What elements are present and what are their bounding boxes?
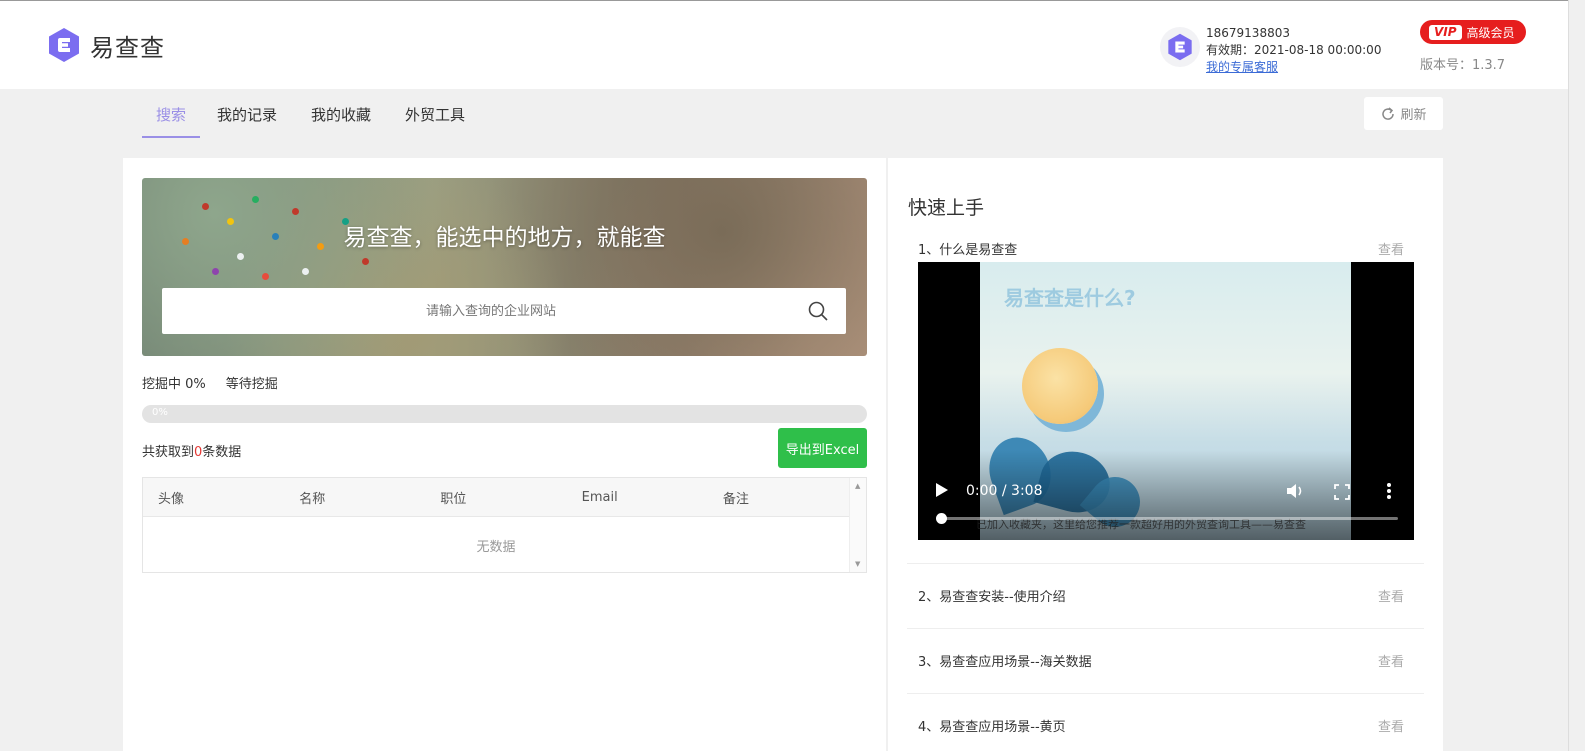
tab-search[interactable]: 搜索 <box>142 96 201 138</box>
intro-video[interactable]: 易查查是什么? 已加入收藏夹，这里给您推荐一款超好用的外贸查询工具——易查查 0… <box>918 262 1414 540</box>
service-link[interactable]: 我的专属客服 <box>1206 59 1381 76</box>
search-box[interactable] <box>162 288 846 334</box>
count-suffix: 条数据 <box>202 445 242 460</box>
table-scrollbar[interactable]: ▲ ▼ <box>849 478 866 572</box>
progress-label: 0% <box>152 407 168 418</box>
result-count: 共获取到0条数据 <box>142 441 241 460</box>
column-email: Email <box>581 489 618 505</box>
video-seek-bar[interactable] <box>936 513 1398 524</box>
app-header: 易查查 18679138803 有效期：2021-08-18 00:00:00 … <box>0 0 1568 89</box>
fullscreen-icon[interactable] <box>1334 484 1350 500</box>
quick-start-title: 快速上手 <box>908 197 985 219</box>
user-expiry: 有效期：2021-08-18 00:00:00 <box>1206 43 1382 57</box>
search-icon[interactable] <box>790 300 846 322</box>
banner-title: 易查查，能选中的地方，就能查 <box>343 225 666 251</box>
search-panel: 易查查，能选中的地方，就能查 挖掘中 0% 等待挖掘 0% 共获取到0条数据 导… <box>123 158 886 751</box>
guide-item-2[interactable]: 2、易查查安装--使用介绍 查看 <box>907 564 1424 629</box>
vip-label: 高级会员 <box>1466 25 1515 40</box>
vip-badge[interactable]: VIP 高级会员 <box>1420 20 1526 44</box>
tab-favorites[interactable]: 我的收藏 <box>294 96 388 138</box>
mining-status: 挖掘中 0% 等待挖掘 <box>142 373 278 392</box>
vip-tag: VIP <box>1429 24 1462 40</box>
refresh-button[interactable]: 刷新 <box>1364 97 1443 130</box>
empty-state: 无数据 <box>476 540 516 555</box>
results-table: 头像 名称 职位 Email 备注 无数据 ▲ ▼ <box>142 477 867 573</box>
app-name: 易查查 <box>90 33 165 62</box>
video-overlay-title: 易查查是什么? <box>1004 286 1136 310</box>
mining-progress-text: 挖掘中 0% <box>142 377 206 392</box>
scroll-down-icon[interactable]: ▼ <box>855 560 860 568</box>
column-avatar: 头像 <box>158 491 185 507</box>
tab-trade-tools[interactable]: 外贸工具 <box>388 96 482 138</box>
sun-illustration <box>1022 348 1098 424</box>
refresh-label: 刷新 <box>1400 108 1427 123</box>
guide-item-4[interactable]: 4、易查查应用场景--黄页 查看 <box>907 694 1424 751</box>
logo-icon <box>49 28 79 62</box>
guide-item-3[interactable]: 3、易查查应用场景--海关数据 查看 <box>907 629 1424 694</box>
guide-label: 3、易查查应用场景--海关数据 <box>918 655 1092 670</box>
column-note: 备注 <box>722 491 749 507</box>
avatar-logo-icon <box>1168 33 1192 61</box>
table-header: 头像 名称 职位 Email 备注 <box>143 478 849 517</box>
waiting-text: 等待挖掘 <box>225 377 278 392</box>
user-phone: 18679138803 <box>1206 26 1290 40</box>
column-position: 职位 <box>440 491 467 507</box>
search-input[interactable] <box>162 303 790 319</box>
count-prefix: 共获取到 <box>142 445 195 460</box>
main-nav: 搜索 我的记录 我的收藏 外贸工具 <box>142 96 482 138</box>
volume-icon[interactable] <box>1285 482 1305 500</box>
view-link[interactable]: 查看 <box>1378 586 1404 605</box>
version-label: 版本号：1.3.7 <box>1420 58 1506 73</box>
video-time: 0:00 / 3:08 <box>966 483 1043 499</box>
guide-label: 1、什么是易查查 <box>918 243 1018 258</box>
play-icon[interactable] <box>936 483 948 497</box>
quick-start-panel: 快速上手 1、什么是易查查 查看 易查查是什么? 已加入收藏夹，这里给您推荐一款… <box>888 158 1443 751</box>
more-options-icon[interactable] <box>1386 482 1392 500</box>
app-logo[interactable]: 易查查 <box>48 27 165 63</box>
tab-records[interactable]: 我的记录 <box>200 96 294 138</box>
seek-knob[interactable] <box>936 513 947 524</box>
search-banner: 易查查，能选中的地方，就能查 <box>142 178 867 356</box>
mining-progress-bar: 0% <box>142 405 867 423</box>
guide-label: 2、易查查安装--使用介绍 <box>918 590 1066 605</box>
refresh-icon <box>1382 106 1395 120</box>
column-name: 名称 <box>299 491 326 507</box>
window-scrollbar[interactable] <box>1568 0 1585 751</box>
user-info: 18679138803 有效期：2021-08-18 00:00:00 我的专属… <box>1206 25 1381 76</box>
export-excel-button[interactable]: 导出到Excel <box>778 428 867 468</box>
view-link[interactable]: 查看 <box>1378 651 1404 670</box>
scroll-up-icon[interactable]: ▲ <box>855 482 860 490</box>
view-link[interactable]: 查看 <box>1378 716 1404 735</box>
view-link[interactable]: 查看 <box>1378 239 1404 258</box>
guide-label: 4、易查查应用场景--黄页 <box>918 720 1066 735</box>
user-avatar[interactable] <box>1160 27 1200 67</box>
